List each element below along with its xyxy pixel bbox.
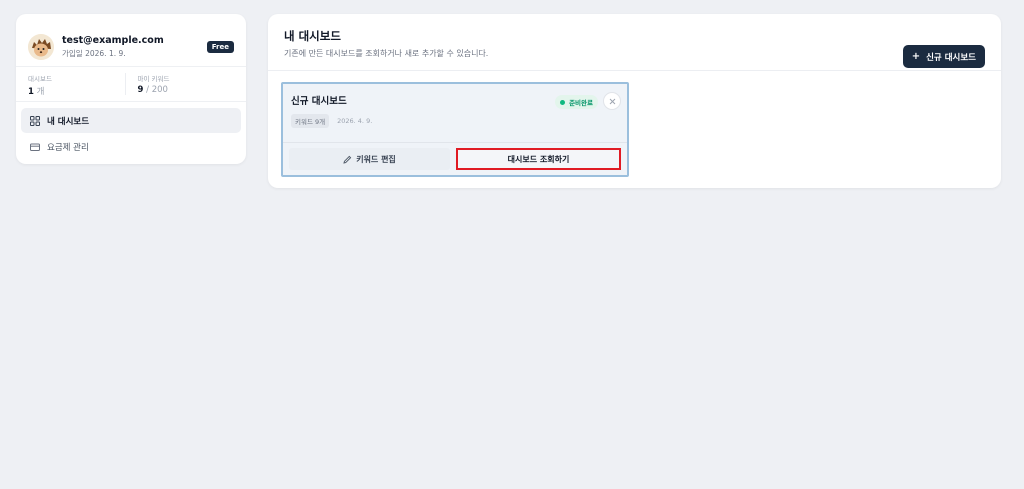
status-badge: 준비완료 xyxy=(555,95,598,109)
stat-keywords-limit: / 200 xyxy=(143,85,168,95)
avatar xyxy=(28,34,54,60)
grid-icon xyxy=(30,115,40,126)
pencil-icon xyxy=(343,155,352,164)
stat-dashboards-unit: 개 xyxy=(33,87,45,97)
view-dashboard-label: 대시보드 조회하기 xyxy=(507,154,570,164)
stat-dashboards-value: 1 개 xyxy=(28,85,125,97)
stat-keywords-value: 9 / 200 xyxy=(138,85,235,95)
sidebar-item-billing[interactable]: 요금제 관리 xyxy=(21,134,241,159)
profile-section: test@example.com 가입일 2026. 1. 9. Free xyxy=(16,14,246,66)
sidebar: test@example.com 가입일 2026. 1. 9. Free 대시… xyxy=(16,14,246,164)
new-dashboard-label: 신규 대시보드 xyxy=(926,52,976,63)
sidebar-item-label: 내 대시보드 xyxy=(47,116,90,127)
stat-keywords-label: 마이 키워드 xyxy=(137,75,170,83)
card-header: 신규 대시보드 키워드 9개 2026. 4. 9. 준비완료 xyxy=(283,84,627,142)
plan-badge: Free xyxy=(206,41,234,53)
stat-dashboards-label: 대시보드 xyxy=(28,75,52,83)
page-subtitle: 기존에 만든 대시보드를 조회하거나 새로 추가할 수 있습니다. xyxy=(284,49,489,58)
delete-button[interactable] xyxy=(603,92,621,110)
panel-header: 내 대시보드 기존에 만든 대시보드를 조회하거나 새로 추가할 수 있습니다.… xyxy=(268,14,1001,70)
edit-keywords-button[interactable]: 키워드 편집 xyxy=(289,148,450,170)
stats-row: 대시보드 1 개 마이 키워드 9 / 200 xyxy=(16,67,246,101)
user-email: test@example.com xyxy=(62,35,164,46)
card-actions: 키워드 편집 대시보드 조회하기 xyxy=(283,142,627,173)
sidebar-item-label: 요금제 관리 xyxy=(47,142,89,153)
sidebar-item-my-dashboard[interactable]: 내 대시보드 xyxy=(21,108,241,133)
dashboard-card: 신규 대시보드 키워드 9개 2026. 4. 9. 준비완료 키워드 편집 대… xyxy=(281,82,629,177)
close-icon xyxy=(609,98,615,104)
new-dashboard-button[interactable]: + 신규 대시보드 xyxy=(902,45,985,68)
view-dashboard-button[interactable]: 대시보드 조회하기 xyxy=(456,148,621,170)
status-dot-icon xyxy=(560,99,566,105)
card-icon xyxy=(30,142,40,152)
plus-icon: + xyxy=(911,51,921,62)
edit-keywords-label: 키워드 편집 xyxy=(356,154,396,164)
keyword-count-chip: 키워드 9개 xyxy=(291,114,330,128)
join-date: 가입일 2026. 1. 9. xyxy=(62,49,126,58)
dashboard-panel: 내 대시보드 기존에 만든 대시보드를 조회하거나 새로 추가할 수 있습니다.… xyxy=(268,14,1001,188)
sidebar-nav: 내 대시보드 요금제 관리 xyxy=(16,102,246,166)
card-meta: 키워드 9개 2026. 4. 9. xyxy=(291,114,620,128)
dashboard-list: 신규 대시보드 키워드 9개 2026. 4. 9. 준비완료 키워드 편집 대… xyxy=(268,71,1001,188)
stat-keywords: 마이 키워드 9 / 200 xyxy=(124,73,235,95)
stat-dashboards: 대시보드 1 개 xyxy=(28,73,125,97)
card-date: 2026. 4. 9. xyxy=(337,117,373,125)
page-title: 내 대시보드 xyxy=(284,29,341,43)
status-label: 준비완료 xyxy=(569,99,593,107)
